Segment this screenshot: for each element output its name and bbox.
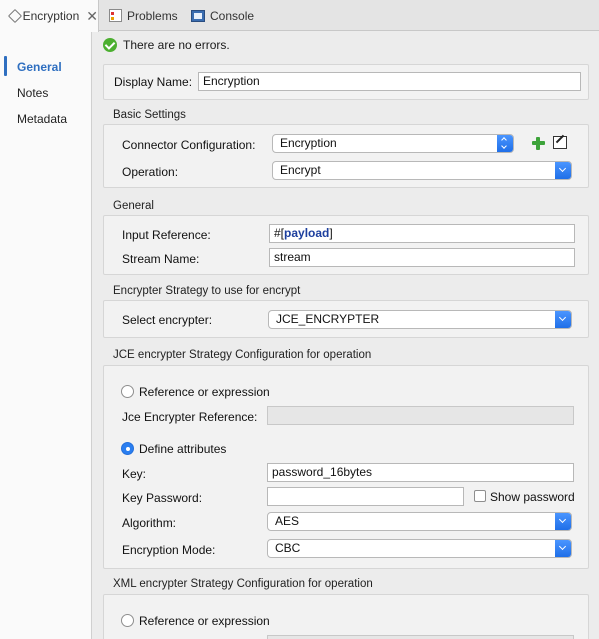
expression-token: payload xyxy=(284,226,330,240)
editor-tab-bar: Encryption ✕ Problems Console xyxy=(0,0,599,32)
show-password-label: Show password xyxy=(490,490,575,504)
nav-item-metadata[interactable]: Metadata xyxy=(17,112,67,126)
check-circle-icon xyxy=(103,38,117,52)
nav-item-notes[interactable]: Notes xyxy=(17,86,48,100)
nav-item-general[interactable]: General xyxy=(17,60,62,74)
input-reference-label: Input Reference: xyxy=(122,228,211,242)
xml-config-panel: Reference or expression xyxy=(103,594,589,639)
select-encrypter-label: Select encrypter: xyxy=(122,313,213,327)
xml-config-title: XML encrypter Strategy Configuration for… xyxy=(113,578,373,590)
basic-settings-title: Basic Settings xyxy=(113,109,186,121)
encryption-mode-label: Encryption Mode: xyxy=(122,543,216,557)
expression-prefix: #[ xyxy=(274,226,285,240)
nav-active-indicator xyxy=(4,56,7,76)
input-reference-input[interactable]: #[payload] xyxy=(269,224,575,243)
connector-config-select[interactable]: Encryption xyxy=(272,134,514,153)
general-panel: Input Reference: #[payload] Stream Name:… xyxy=(103,215,589,275)
chevron-down-icon xyxy=(555,540,571,557)
display-name-input[interactable]: Encryption xyxy=(198,72,581,91)
define-attributes-radio[interactable] xyxy=(121,442,134,455)
tab-console[interactable]: Console xyxy=(191,0,254,31)
general-title: General xyxy=(113,200,154,212)
display-name-panel: Display Name: Encryption xyxy=(103,64,589,100)
jce-reference-label: Jce Encrypter Reference: xyxy=(122,410,258,424)
reference-radio-label: Reference or expression xyxy=(139,385,270,399)
tab-label: Console xyxy=(210,8,255,23)
operation-label: Operation: xyxy=(122,165,179,179)
strategy-panel: Select encrypter: JCE_ENCRYPTER xyxy=(103,300,589,338)
encryption-mode-value: CBC xyxy=(275,541,301,555)
close-icon[interactable]: ✕ xyxy=(86,8,98,25)
properties-content: There are no errors. Display Name: Encry… xyxy=(93,32,599,639)
updown-icon xyxy=(497,135,513,152)
tab-label: Problems xyxy=(127,8,178,23)
stream-name-input[interactable]: stream xyxy=(269,248,575,267)
operation-select[interactable]: Encrypt xyxy=(272,161,572,180)
algorithm-select[interactable]: AES xyxy=(267,512,572,531)
key-input[interactable]: password_16bytes xyxy=(267,463,574,482)
xml-reference-radio-label: Reference or expression xyxy=(139,614,270,628)
problems-icon xyxy=(109,9,122,22)
expression-suffix: ] xyxy=(329,226,333,240)
key-password-label: Key Password: xyxy=(122,491,203,505)
connector-config-label: Connector Configuration: xyxy=(122,138,256,152)
define-attributes-label: Define attributes xyxy=(139,442,227,456)
stream-name-label: Stream Name: xyxy=(122,252,200,266)
status-text: There are no errors. xyxy=(123,38,230,52)
edit-icon[interactable] xyxy=(553,136,567,149)
tab-encryption[interactable]: Encryption ✕ xyxy=(0,0,99,32)
encryption-icon xyxy=(8,10,18,23)
jce-reference-input[interactable] xyxy=(267,406,574,425)
xml-reference-radio[interactable] xyxy=(121,614,134,627)
key-password-input[interactable] xyxy=(267,487,464,506)
basic-settings-panel: Connector Configuration: Encryption Oper… xyxy=(103,124,589,188)
jce-config-title: JCE encrypter Strategy Configuration for… xyxy=(113,349,372,361)
xml-reference-input[interactable] xyxy=(267,635,574,639)
key-label: Key: xyxy=(122,467,147,481)
chevron-down-icon xyxy=(555,513,571,530)
algorithm-label: Algorithm: xyxy=(122,516,177,530)
algorithm-value: AES xyxy=(275,514,300,528)
jce-config-panel: Reference or expression Jce Encrypter Re… xyxy=(103,365,589,569)
tab-label: Encryption xyxy=(22,9,80,23)
operation-value: Encrypt xyxy=(280,163,321,177)
show-password-checkbox[interactable] xyxy=(474,490,486,502)
chevron-down-icon xyxy=(555,162,571,179)
reference-radio[interactable] xyxy=(121,385,134,398)
properties-nav: General Notes Metadata xyxy=(0,32,92,639)
tab-problems[interactable]: Problems xyxy=(109,0,178,31)
strategy-title: Encrypter Strategy to use for encrypt xyxy=(113,285,301,297)
validation-status: There are no errors. xyxy=(103,38,230,52)
display-name-label: Display Name: xyxy=(114,75,193,89)
console-icon xyxy=(191,9,205,22)
chevron-down-icon xyxy=(555,311,571,328)
encryption-mode-select[interactable]: CBC xyxy=(267,539,572,558)
encrypter-value: JCE_ENCRYPTER xyxy=(276,312,380,326)
encrypter-select[interactable]: JCE_ENCRYPTER xyxy=(268,310,572,329)
connector-config-value: Encryption xyxy=(280,136,337,150)
add-icon[interactable] xyxy=(532,137,545,150)
